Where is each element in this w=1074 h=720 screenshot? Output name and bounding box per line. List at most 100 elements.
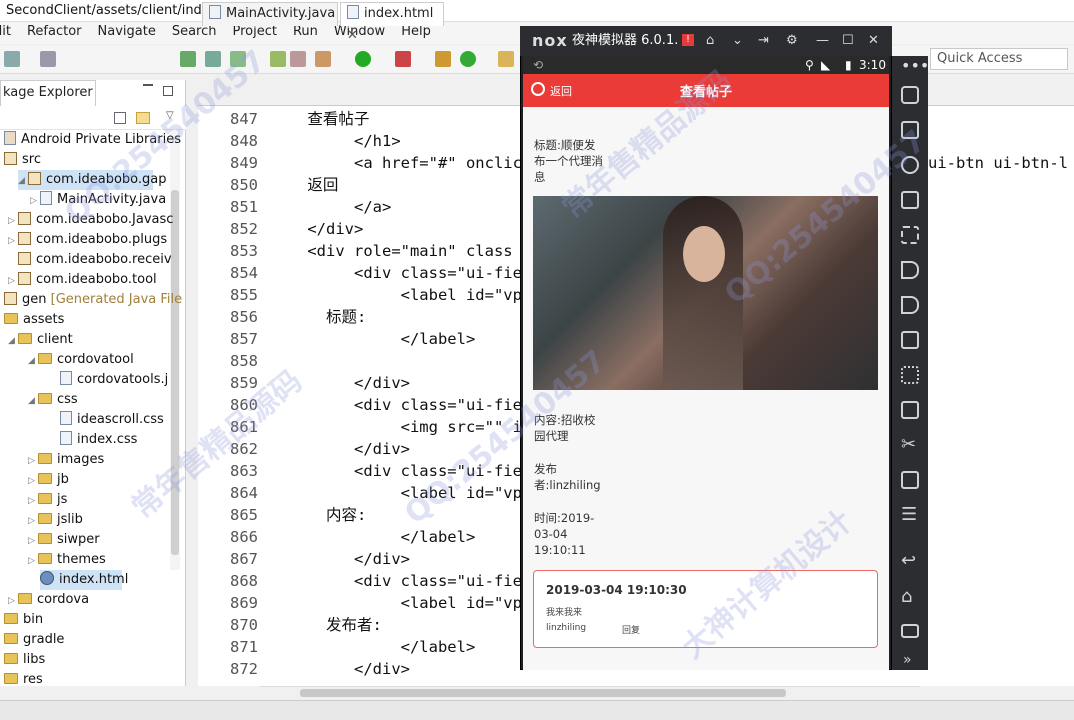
maximize-icon[interactable] bbox=[163, 86, 173, 96]
expand-icon[interactable]: ◢ bbox=[18, 171, 28, 191]
code-line[interactable]: 发布者: bbox=[270, 614, 382, 636]
tab-package-explorer[interactable]: kage Explorer ✕ bbox=[0, 80, 96, 124]
tree-item[interactable]: ▷ MainActivity.java bbox=[30, 190, 166, 210]
expand-icon[interactable]: ▷ bbox=[8, 591, 18, 611]
new-class-icon[interactable] bbox=[435, 51, 451, 67]
code-line[interactable]: <label id="vpt bbox=[270, 284, 532, 306]
run-icon[interactable] bbox=[355, 51, 371, 67]
volume-up-icon[interactable] bbox=[901, 261, 919, 279]
reply-button[interactable]: 回复 bbox=[622, 623, 640, 636]
save-icon[interactable] bbox=[4, 51, 20, 67]
tree-item[interactable]: ▷ themes bbox=[28, 550, 106, 570]
close-icon[interactable]: ✕ bbox=[868, 26, 879, 56]
tree-item[interactable]: ▷ com.ideabobo.tool bbox=[8, 270, 157, 290]
tree-item[interactable]: com.ideabobo.receiv bbox=[18, 250, 172, 270]
code-line[interactable]: </div> bbox=[270, 372, 410, 394]
expand-icon[interactable]: ▷ bbox=[28, 531, 38, 551]
code-line[interactable]: <div class="ui-fie bbox=[270, 460, 522, 482]
code-line[interactable]: 内容: bbox=[270, 504, 366, 526]
android-sdk-icon[interactable] bbox=[270, 51, 286, 67]
gear-icon[interactable]: ⚙ bbox=[786, 26, 798, 56]
code-line[interactable]: </label> bbox=[270, 636, 476, 658]
code-line[interactable]: 标题: bbox=[270, 306, 366, 328]
scrollbar-thumb[interactable] bbox=[300, 689, 786, 697]
expand-icon[interactable]: ▷ bbox=[8, 211, 18, 231]
code-line[interactable]: </label> bbox=[270, 526, 476, 548]
tree-item[interactable]: bin bbox=[4, 610, 43, 630]
minimize-icon[interactable] bbox=[143, 84, 153, 86]
tree-item[interactable]: index.html bbox=[40, 570, 128, 590]
phone-icon[interactable] bbox=[901, 86, 919, 104]
code-line[interactable]: </label> bbox=[270, 328, 476, 350]
menu-navigate[interactable]: Navigate bbox=[98, 22, 156, 42]
external-tools-icon[interactable] bbox=[395, 51, 411, 67]
tab-mainactivity[interactable]: MainActivity.java bbox=[202, 2, 338, 26]
code-line[interactable]: <div class="ui-fie bbox=[270, 262, 522, 284]
code-line[interactable]: 查看帖子 bbox=[270, 108, 369, 130]
expand-icon[interactable]: ◢ bbox=[28, 391, 38, 411]
tree-item[interactable]: ▷ cordova bbox=[8, 590, 89, 610]
code-line[interactable]: <a href="#" onclic bbox=[270, 152, 522, 174]
bug-icon[interactable] bbox=[315, 51, 331, 67]
menu-icon[interactable]: ☰ bbox=[901, 504, 917, 525]
tree-item[interactable]: ▷ jb bbox=[28, 470, 69, 490]
scrollbar-thumb[interactable] bbox=[171, 190, 179, 555]
code-line[interactable]: <label id="vpu bbox=[270, 592, 532, 614]
new-project-icon[interactable] bbox=[460, 51, 476, 67]
code-line[interactable]: 返回 bbox=[270, 174, 338, 196]
tree-item[interactable]: index.css bbox=[60, 430, 137, 450]
code-line[interactable]: <img src="" id bbox=[270, 416, 532, 438]
more-icon[interactable]: ••• bbox=[901, 56, 929, 75]
tree-item[interactable]: cordovatools.j bbox=[60, 370, 168, 390]
tree-item[interactable]: ideascroll.css bbox=[60, 410, 164, 430]
open-folder-icon[interactable] bbox=[498, 51, 514, 67]
code-line[interactable]: </div> bbox=[270, 218, 363, 240]
tree-item[interactable]: ▷ com.ideabobo.Javasc bbox=[8, 210, 173, 230]
tree-item[interactable]: ◢ client bbox=[8, 330, 73, 350]
menu-edit[interactable]: dit bbox=[0, 22, 11, 42]
expand-icon[interactable]: ▷ bbox=[8, 231, 18, 251]
recent-apps-icon[interactable] bbox=[901, 624, 919, 638]
save-all-icon[interactable] bbox=[180, 51, 196, 67]
print-icon[interactable] bbox=[40, 51, 56, 67]
multi-instance-icon[interactable] bbox=[901, 471, 919, 489]
tree-item[interactable]: gen [Generated Java File bbox=[4, 290, 182, 310]
tree-item[interactable]: ◢ com.ideabobo.gap bbox=[18, 170, 167, 191]
tree-item[interactable]: ◢ cordovatool bbox=[28, 350, 134, 370]
wrench-icon[interactable] bbox=[290, 51, 306, 67]
expand-icon[interactable]: » bbox=[903, 652, 912, 668]
fullscreen-icon[interactable] bbox=[901, 226, 919, 244]
back-nav-icon[interactable]: ↩ bbox=[901, 550, 916, 571]
tree-item[interactable]: ◢ css bbox=[28, 390, 78, 410]
tree-item[interactable]: assets bbox=[4, 310, 64, 330]
tree-item[interactable]: ▷ js bbox=[28, 490, 67, 510]
code-line[interactable]: <div class="ui-fie bbox=[270, 394, 522, 416]
expand-icon[interactable]: ▷ bbox=[28, 551, 38, 571]
alert-icon[interactable]: ! bbox=[682, 34, 694, 46]
tab-index-html[interactable]: index.html ✕ bbox=[340, 2, 444, 43]
menu-refactor[interactable]: Refactor bbox=[27, 22, 82, 42]
code-line[interactable]: </div> bbox=[270, 438, 410, 460]
minimize-icon[interactable]: — bbox=[816, 26, 829, 56]
code-line[interactable]: </div> bbox=[270, 658, 410, 680]
apk-icon[interactable] bbox=[901, 401, 919, 419]
expand-icon[interactable]: ◢ bbox=[8, 331, 18, 351]
volume-down-icon[interactable] bbox=[901, 296, 919, 314]
collapse-all-icon[interactable] bbox=[114, 112, 126, 124]
tree-item[interactable]: res bbox=[4, 670, 43, 690]
screenshot-icon[interactable] bbox=[901, 366, 919, 384]
close-icon[interactable]: ✕ bbox=[347, 28, 358, 43]
tree-item[interactable]: ▷ com.ideabobo.plugs bbox=[8, 230, 167, 250]
checkbox-icon[interactable] bbox=[230, 51, 246, 67]
expand-icon[interactable]: ▷ bbox=[8, 271, 18, 291]
code-line[interactable]: </a> bbox=[270, 196, 391, 218]
code-line[interactable]: </div> bbox=[270, 548, 410, 570]
tree-item[interactable]: Android Private Libraries bbox=[4, 130, 181, 150]
home-icon[interactable]: ⌂ bbox=[706, 26, 714, 56]
debug-icon[interactable] bbox=[205, 51, 221, 67]
expand-icon[interactable]: ◢ bbox=[28, 351, 38, 371]
expand-icon[interactable]: ▷ bbox=[28, 491, 38, 511]
expand-icon[interactable]: ▷ bbox=[28, 451, 38, 471]
view-menu-icon[interactable]: ▽ bbox=[166, 110, 174, 121]
maximize-icon[interactable]: ☐ bbox=[842, 26, 854, 56]
